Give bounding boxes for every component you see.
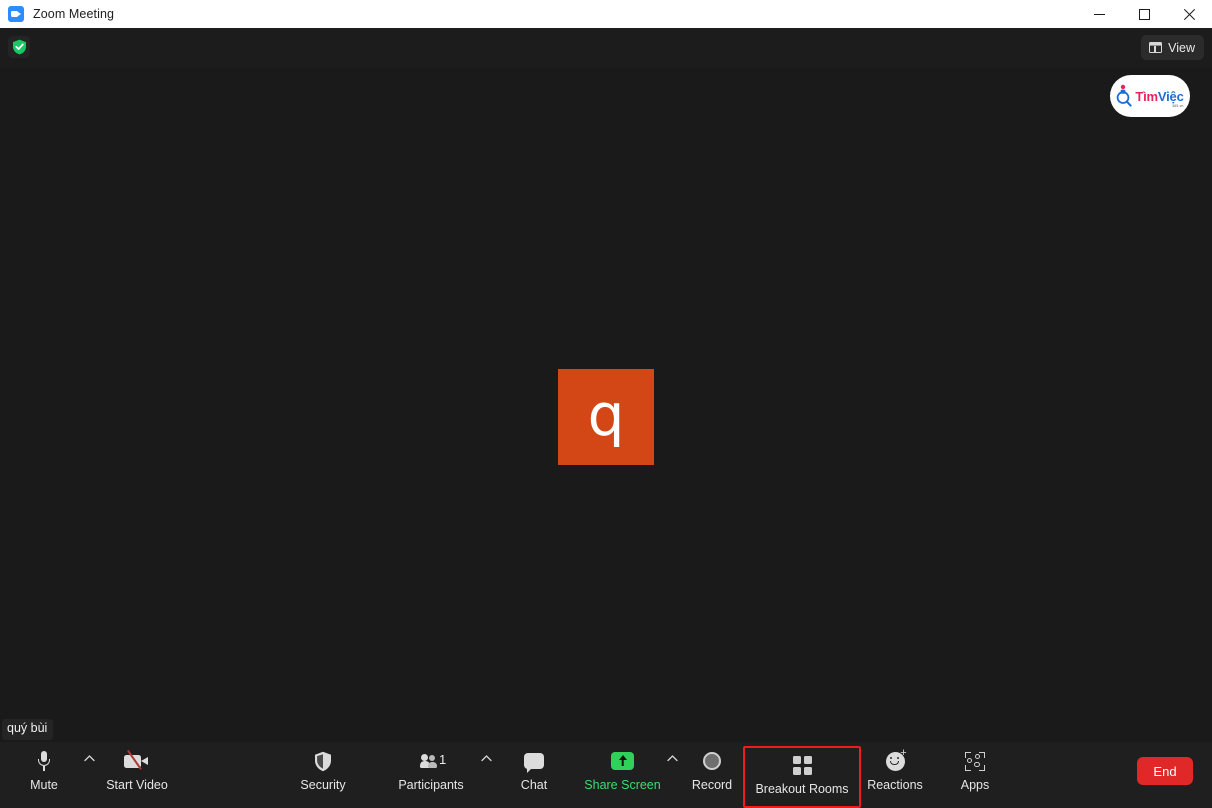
- participants-button[interactable]: 1 Participants: [393, 742, 469, 804]
- view-button[interactable]: View: [1141, 35, 1204, 60]
- logo-subtext: 365.vn: [1172, 104, 1184, 109]
- mute-options-chevron-up-icon[interactable]: [80, 742, 98, 804]
- participant-name-tag: quý bùi: [2, 719, 54, 740]
- logo-text-part2: Việc: [1157, 88, 1184, 104]
- timviec-wordmark: TìmViệc 365.vn: [1135, 88, 1184, 109]
- apps-button[interactable]: Apps: [939, 742, 1011, 804]
- start-video-label: Start Video: [106, 778, 168, 792]
- mute-button[interactable]: Mute: [8, 742, 80, 804]
- tool-group-chat: Chat: [498, 742, 570, 804]
- title-bar-left: Zoom Meeting: [0, 6, 114, 22]
- grid-squares-icon: [792, 754, 812, 776]
- record-button[interactable]: Record: [676, 742, 748, 804]
- security-label: Security: [300, 778, 346, 792]
- reactions-button[interactable]: + Reactions: [858, 742, 932, 804]
- tool-group-security: Security: [287, 742, 359, 804]
- record-label: Record: [691, 778, 733, 792]
- close-icon[interactable]: [1167, 0, 1212, 28]
- chat-bubble-icon: [524, 750, 544, 773]
- share-screen-icon: [611, 750, 634, 772]
- title-bar: Zoom Meeting: [0, 0, 1212, 28]
- timviec-magnifier-icon: [1116, 84, 1132, 108]
- video-stage: TìmViệc 365.vn q quý bùi: [0, 68, 1212, 742]
- chat-button[interactable]: Chat: [498, 742, 570, 804]
- grid-view-icon: [1149, 42, 1163, 53]
- participants-label: Participants: [398, 778, 464, 792]
- encryption-shield-icon[interactable]: [8, 36, 30, 58]
- mute-label: Mute: [30, 778, 58, 792]
- apps-bracket-icon: [965, 750, 985, 772]
- minimize-icon[interactable]: [1077, 0, 1122, 28]
- end-meeting-button[interactable]: End: [1137, 757, 1193, 785]
- maximize-icon[interactable]: [1122, 0, 1167, 28]
- shield-icon: [314, 750, 332, 772]
- tool-group-start-video: Start Video: [100, 742, 174, 804]
- logo-text-part1: Tìm: [1135, 88, 1158, 104]
- record-circle-icon: [703, 750, 721, 772]
- start-video-button[interactable]: Start Video: [100, 742, 174, 804]
- breakout-rooms-label: Breakout Rooms: [755, 782, 849, 796]
- share-screen-label: Share Screen: [584, 778, 661, 792]
- meeting-top-bar: View: [0, 28, 1212, 68]
- participants-options-chevron-up-icon[interactable]: [477, 742, 495, 804]
- window-controls: [1077, 0, 1212, 28]
- reactions-label: Reactions: [867, 778, 923, 792]
- breakout-rooms-button[interactable]: Breakout Rooms: [743, 746, 861, 808]
- meeting-toolbar: Mute Start Video Security 1 Participants…: [0, 742, 1212, 808]
- people-icon: 1: [420, 750, 446, 772]
- security-button[interactable]: Security: [287, 742, 359, 804]
- participant-avatar[interactable]: q: [558, 369, 654, 465]
- smiley-plus-icon: +: [885, 747, 907, 772]
- tool-group-share-screen: Share Screen: [578, 742, 681, 808]
- participants-count: 1: [439, 751, 447, 767]
- microphone-icon: [38, 750, 51, 772]
- chat-label: Chat: [520, 778, 548, 792]
- tool-group-participants: 1 Participants: [393, 742, 495, 808]
- zoom-camera-icon: [8, 6, 24, 22]
- avatar-letter: q: [587, 381, 625, 449]
- tool-group-record: Record: [676, 742, 748, 804]
- tool-group-breakout-rooms: Breakout Rooms: [743, 746, 861, 808]
- tool-group-mute: Mute: [8, 742, 98, 808]
- timviec-logo: TìmViệc 365.vn: [1110, 75, 1190, 117]
- window-title: Zoom Meeting: [33, 7, 115, 21]
- zoom-meeting-window: Zoom Meeting View TìmViệc 365.vn q quý b…: [0, 0, 1212, 808]
- share-screen-button[interactable]: Share Screen: [578, 742, 667, 804]
- camera-off-icon: [124, 749, 150, 772]
- apps-label: Apps: [960, 778, 990, 792]
- view-button-label: View: [1168, 40, 1195, 55]
- tool-group-apps: Apps: [939, 742, 1011, 804]
- tool-group-reactions: + Reactions: [858, 742, 932, 804]
